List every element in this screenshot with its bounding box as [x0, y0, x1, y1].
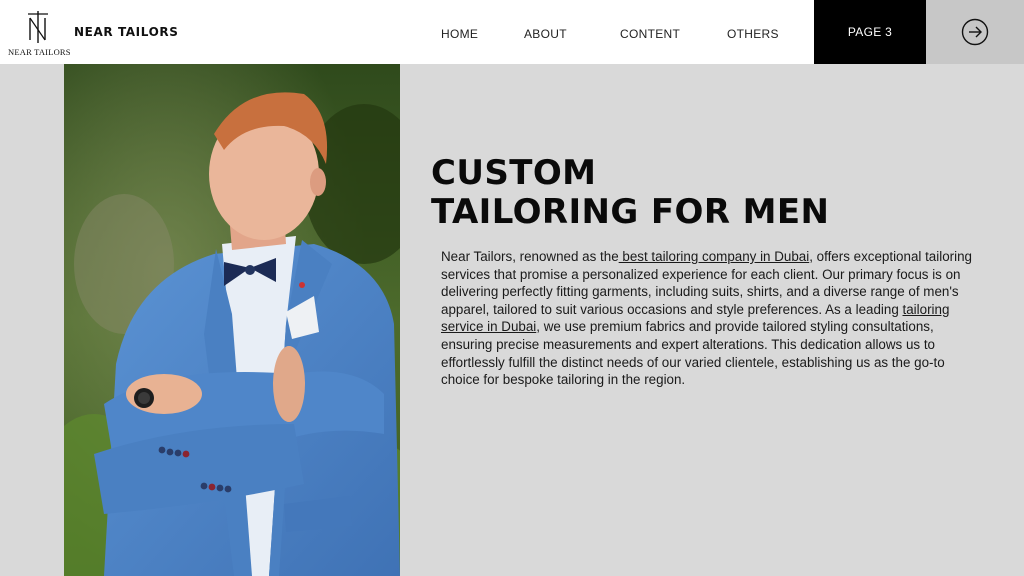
next-page-button[interactable] — [926, 0, 1024, 64]
top-header: NT NEAR TAILORS NEAR TAILORS HOME ABOUT … — [0, 0, 1024, 64]
nav-home[interactable]: HOME — [441, 27, 478, 41]
intro-paragraph: Near Tailors, renowned as the best tailo… — [441, 248, 973, 389]
title-line-1: CUSTOM — [431, 153, 597, 193]
nav-others[interactable]: OTHERS — [727, 27, 779, 41]
page-label: PAGE 3 — [847, 25, 893, 39]
paragraph-text-1: Near Tailors, renowned as the — [441, 249, 619, 264]
page-indicator: PAGE 3 — [814, 0, 926, 64]
nt-monogram-icon — [28, 11, 48, 43]
nav-about[interactable]: ABOUT — [524, 27, 567, 41]
man-in-blue-suit-image — [64, 64, 400, 576]
logo-caption: NEAR TAILORS — [8, 47, 71, 57]
best-tailoring-company-link[interactable]: best tailoring company in Dubai — [619, 249, 809, 264]
arrow-right-circle-icon — [961, 18, 989, 46]
nav-content[interactable]: CONTENT — [620, 27, 680, 41]
hero-photo — [64, 64, 400, 576]
brand-name[interactable]: NEAR TAILORS — [74, 25, 178, 39]
title-line-2: TAILORING FOR MEN — [431, 192, 830, 232]
page-title: CUSTOM TAILORING FOR MEN — [431, 154, 829, 232]
